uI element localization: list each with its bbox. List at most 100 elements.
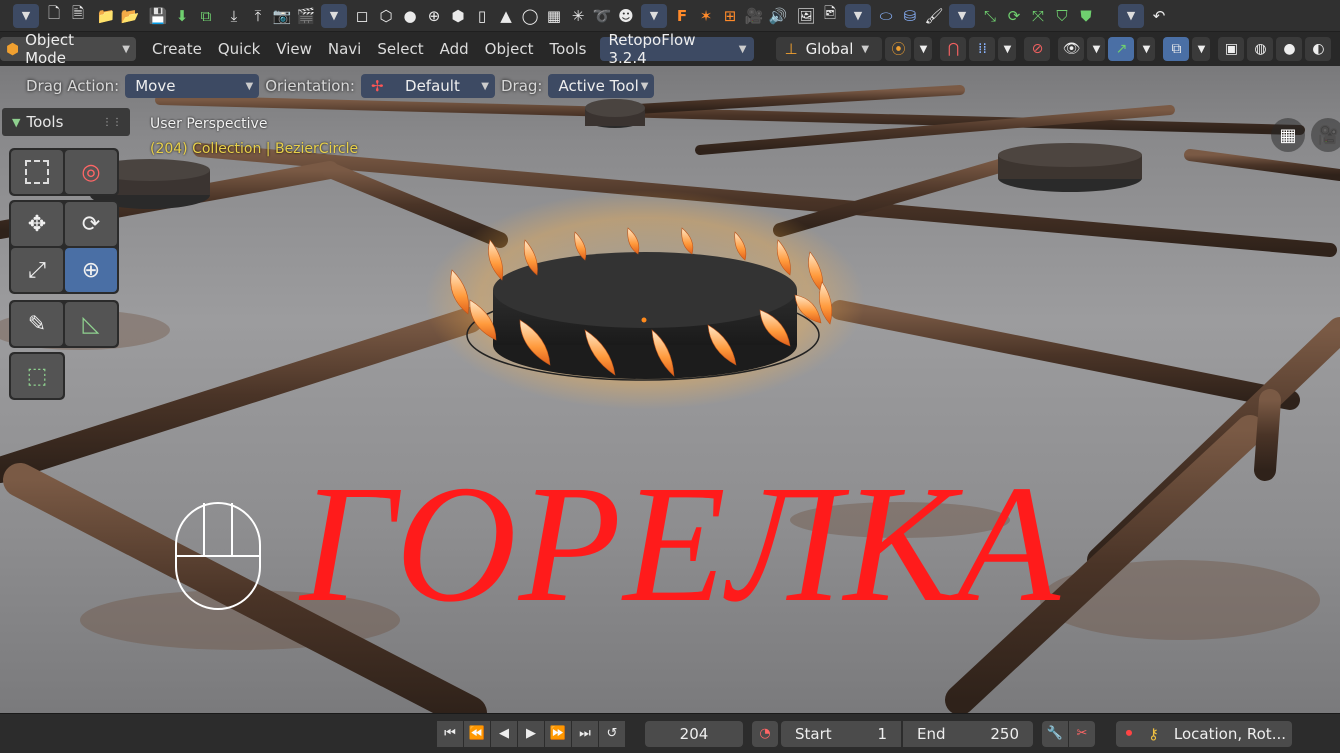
snap-magnet-icon[interactable]: ⋂	[940, 37, 967, 61]
menu-quick[interactable]: Quick	[210, 37, 268, 61]
monkey-icon[interactable]: ☻	[614, 4, 638, 28]
keying-set-select[interactable]: ⚷ Location, Rot...	[1142, 720, 1292, 747]
material-shading-icon[interactable]: ◐	[1305, 37, 1332, 61]
globe-icon[interactable]: ⊕	[422, 4, 446, 28]
cursor-tool[interactable]: ◎	[65, 150, 117, 194]
cylinder-icon[interactable]: ▯	[470, 4, 494, 28]
chevron-down-icon[interactable]: ▼	[914, 37, 933, 61]
jump-keyframe-forward-button[interactable]: ⏩	[545, 720, 571, 747]
toolbar-dropdown-3[interactable]: ▼	[641, 3, 667, 28]
chevron-down-icon[interactable]: ▼	[1087, 37, 1106, 61]
camera-view-icon[interactable]: 🎥	[1311, 118, 1340, 152]
torus-icon[interactable]: ◯	[518, 4, 542, 28]
empty-icon[interactable]: ✳	[566, 4, 590, 28]
object-link-icon[interactable]: ⬭	[874, 4, 898, 28]
undo-icon[interactable]: ↶	[1147, 4, 1171, 28]
render-animation-icon[interactable]: 🎬	[294, 4, 318, 28]
loop-button[interactable]: ↺	[599, 720, 625, 747]
retopoflow-button[interactable]: RetopoFlow 3.2.4 ▼	[600, 31, 755, 67]
jump-keyframe-back-button[interactable]: ⏪	[464, 720, 490, 747]
transform-orientation-select[interactable]: ⊥ Global ▼	[776, 37, 883, 61]
scale-tool[interactable]: ⤢	[11, 248, 63, 292]
save-copy-icon[interactable]: ⧉	[194, 4, 218, 28]
pivot-point-icon[interactable]: ⦿	[885, 37, 912, 61]
brush-icon[interactable]: 🖌	[922, 4, 946, 28]
camera-icon[interactable]: 🎥	[742, 4, 766, 28]
select-box-tool[interactable]	[11, 150, 63, 194]
3d-viewport[interactable]: User Perspective (204) Collection | Bezi…	[0, 0, 1340, 713]
snap-increment-icon[interactable]: ⁞⁞	[969, 37, 996, 61]
save-as-icon[interactable]: ⬇	[170, 4, 194, 28]
text-icon[interactable]: F	[670, 4, 694, 28]
render-image-icon[interactable]: 📷	[270, 4, 294, 28]
uv-editor-icon[interactable]: 🖻	[818, 4, 842, 28]
shrink-icon[interactable]: ⤧	[1026, 4, 1050, 28]
icosphere-icon[interactable]: ⬢	[446, 4, 470, 28]
toolbar-dropdown-1[interactable]: ▼	[13, 3, 39, 28]
menu-create[interactable]: Create	[144, 37, 210, 61]
move-tool[interactable]: ✥	[11, 202, 63, 246]
chevron-down-icon[interactable]: ▼	[1192, 37, 1211, 61]
snap-icon[interactable]: ⤡	[978, 4, 1002, 28]
jump-end-button[interactable]: ⏭	[572, 720, 598, 747]
auto-keying-button[interactable]: ⏺	[1116, 720, 1142, 747]
annotate-tool[interactable]: ✎	[11, 302, 63, 346]
new-file-icon[interactable]: 🗋	[42, 4, 66, 28]
menu-select[interactable]: Select	[369, 37, 431, 61]
xray-icon[interactable]: ▣	[1218, 37, 1245, 61]
drag-select[interactable]: Active Tool ▼	[548, 74, 655, 98]
overlays-icon[interactable]: ⧉	[1163, 37, 1190, 61]
keying-wrench-button[interactable]: 🔧	[1042, 720, 1068, 747]
solid-shading-icon[interactable]: ●	[1276, 37, 1303, 61]
export-icon[interactable]: ⤒	[246, 4, 270, 28]
drag-handle-icon[interactable]: ⋮⋮	[102, 117, 122, 128]
select-shield-icon[interactable]: ⛊	[1074, 4, 1098, 28]
plane-icon[interactable]: ◻	[350, 4, 374, 28]
toolbar-dropdown-4[interactable]: ▼	[845, 3, 871, 28]
visibility-icon[interactable]: 👁	[1058, 37, 1085, 61]
tools-panel-header[interactable]: ▼ Tools ⋮⋮	[2, 108, 130, 136]
end-frame-field[interactable]: End 250	[903, 720, 1033, 747]
chevron-down-icon[interactable]: ▼	[1137, 37, 1156, 61]
chevron-down-icon[interactable]: ▼	[998, 37, 1017, 61]
menu-navi[interactable]: Navi	[320, 37, 369, 61]
start-frame-field[interactable]: Start 1	[781, 720, 901, 747]
file-icon[interactable]: 🗎	[66, 4, 90, 28]
jump-start-button[interactable]: ⏮	[437, 720, 463, 747]
menu-view[interactable]: View	[268, 37, 320, 61]
play-reverse-button[interactable]: ◀	[491, 720, 517, 747]
rope-icon[interactable]: ➰	[590, 4, 614, 28]
keying-clear-button[interactable]: ✂	[1069, 720, 1095, 747]
grid-icon[interactable]: ▦	[542, 4, 566, 28]
open-folder-icon[interactable]: 📁	[94, 4, 118, 28]
open-recent-icon[interactable]: 📂	[118, 4, 142, 28]
proportional-edit-icon[interactable]: ⊘	[1024, 37, 1051, 61]
orientation-select[interactable]: ✢ Default ▼	[360, 74, 495, 98]
cone-icon[interactable]: ▲	[494, 4, 518, 28]
wireframe-shading-icon[interactable]: ◍	[1247, 37, 1274, 61]
current-frame-field[interactable]: 204	[645, 720, 743, 747]
refresh-icon[interactable]: ⟳	[1002, 4, 1026, 28]
material-icon[interactable]: ⛁	[898, 4, 922, 28]
rotate-tool[interactable]: ⟳	[65, 202, 117, 246]
shield-icon[interactable]: ⛉	[1050, 4, 1074, 28]
speaker-icon[interactable]: 🔊	[766, 4, 790, 28]
add-cube-tool[interactable]: ⬚	[11, 354, 63, 398]
drag-action-select[interactable]: Move ▼	[125, 74, 260, 98]
image-editor-icon[interactable]: 🖼	[794, 4, 818, 28]
preview-range-button[interactable]: ◔	[752, 720, 778, 747]
toolbar-dropdown-6[interactable]: ▼	[1118, 3, 1144, 28]
armature-icon[interactable]: ✶	[694, 4, 718, 28]
menu-tools[interactable]: Tools	[542, 37, 595, 61]
import-icon[interactable]: ⤓	[222, 4, 246, 28]
menu-add[interactable]: Add	[432, 37, 477, 61]
toggle-grid-icon[interactable]: ▦	[1271, 118, 1305, 152]
measure-tool[interactable]: ◺	[65, 302, 117, 346]
toolbar-dropdown-2[interactable]: ▼	[321, 3, 347, 28]
save-icon[interactable]: 💾	[146, 4, 170, 28]
lattice-icon[interactable]: ⊞	[718, 4, 742, 28]
gizmo-toggle-icon[interactable]: ↗	[1108, 37, 1135, 61]
play-button[interactable]: ▶	[518, 720, 544, 747]
cube-icon[interactable]: ⬡	[374, 4, 398, 28]
toolbar-dropdown-5[interactable]: ▼	[949, 3, 975, 28]
